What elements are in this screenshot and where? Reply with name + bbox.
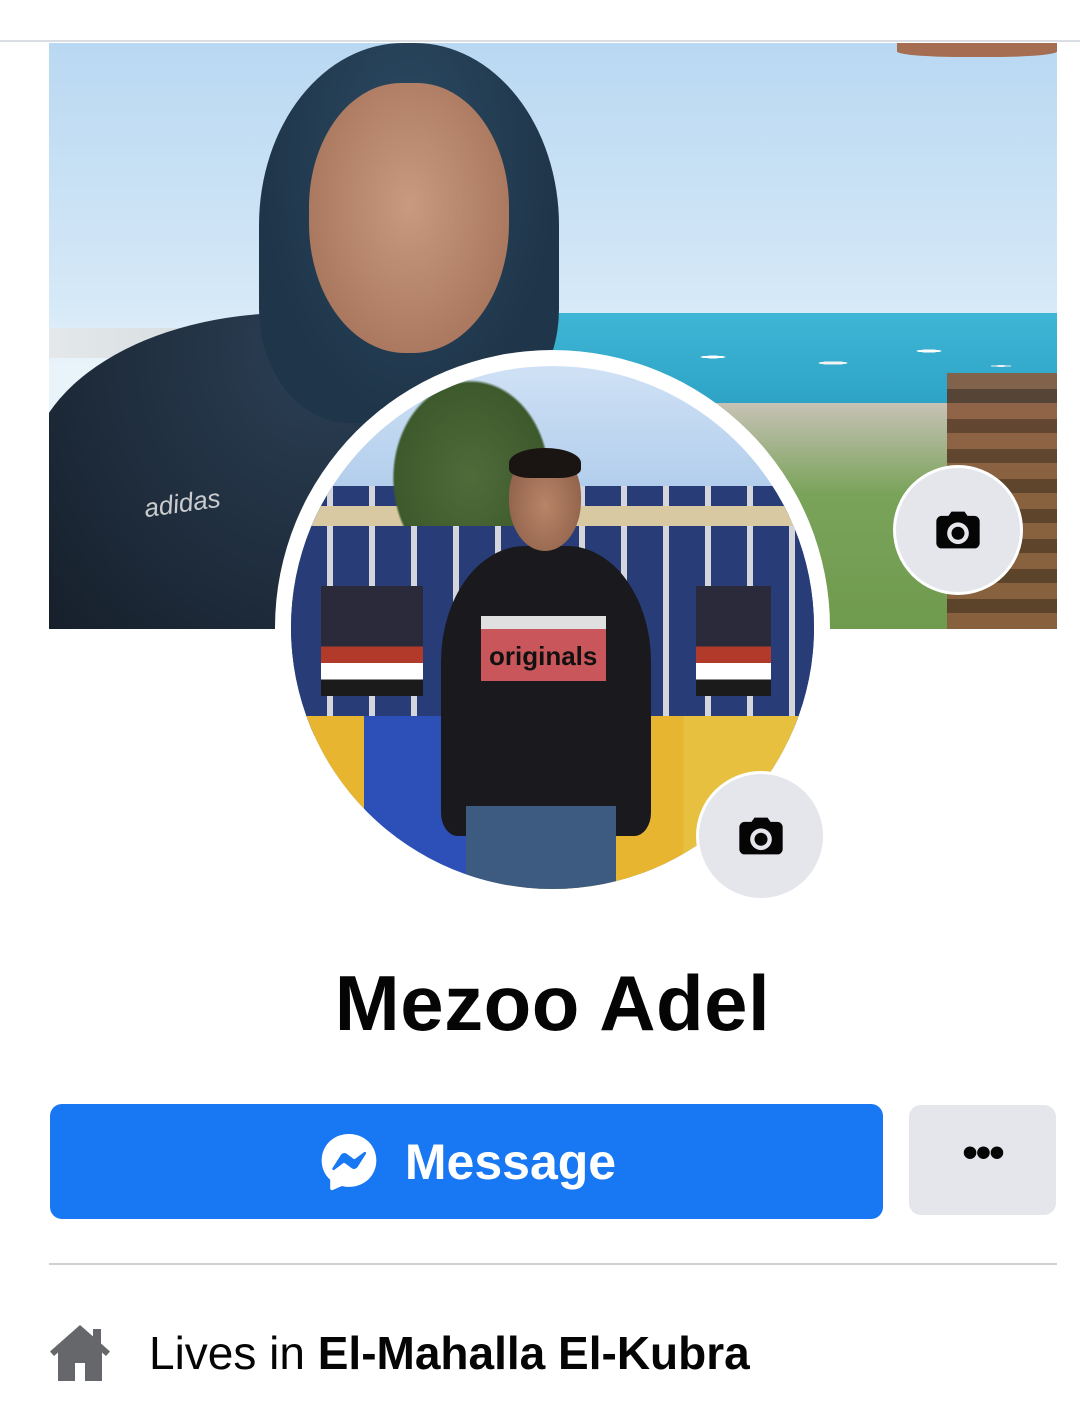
avatar-shirt-text: originals — [489, 641, 598, 671]
lives-in-prefix: Lives in — [149, 1327, 318, 1379]
cover-person-face — [309, 83, 509, 353]
profile-page: adidas originals Mezoo Adel Message ••• … — [0, 0, 1080, 1427]
camera-icon — [936, 511, 980, 549]
home-icon — [50, 1325, 110, 1381]
avatar-banner — [363, 586, 423, 696]
edit-cover-photo-button[interactable] — [893, 465, 1023, 595]
profile-name: Mezoo Adel — [334, 959, 771, 1047]
avatar-banner — [696, 586, 771, 696]
avatar-person-hair — [509, 448, 581, 478]
message-button[interactable]: Message — [50, 1104, 883, 1219]
section-divider — [49, 1263, 1057, 1265]
lives-in-row: Lives in El-Mahalla El-Kubra — [49, 1318, 750, 1388]
messenger-icon — [321, 1133, 377, 1190]
more-dots-icon: ••• — [962, 1128, 1004, 1177]
cover-awning — [897, 43, 1057, 57]
lives-in-text: Lives in El-Mahalla El-Kubra — [149, 1326, 750, 1380]
message-button-label: Message — [404, 1133, 617, 1190]
avatar-person-body — [441, 546, 651, 836]
lives-in-place[interactable]: El-Mahalla El-Kubra — [318, 1327, 750, 1379]
top-divider — [0, 40, 1080, 42]
edit-profile-picture-button[interactable] — [696, 771, 826, 901]
camera-icon — [739, 817, 783, 855]
more-options-button[interactable]: ••• — [909, 1105, 1056, 1215]
avatar-person-jeans — [466, 806, 616, 889]
